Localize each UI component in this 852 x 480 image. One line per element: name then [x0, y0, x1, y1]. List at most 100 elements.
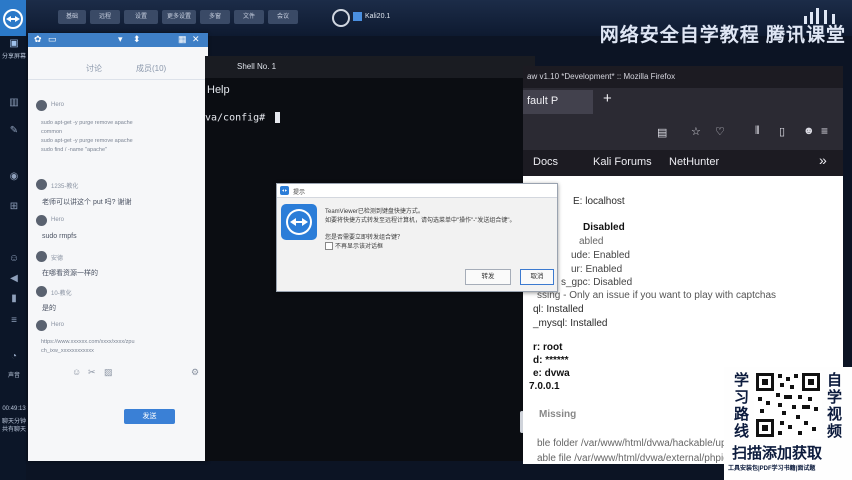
more-bookmarks[interactable]: » [819, 152, 827, 168]
pen-icon[interactable]: ✎ [8, 126, 20, 136]
message-line: 是的 [42, 305, 56, 312]
bookmark-star-icon[interactable]: ☆ [691, 125, 701, 138]
bookmark-docs[interactable]: Docs [533, 156, 558, 168]
account-icon[interactable]: ☻ [803, 125, 815, 137]
file-line: able file /var/www/html/dvwa/external/ph… [537, 453, 734, 464]
avatar [36, 179, 47, 190]
toolbar-button-more-settings[interactable]: 更多设置 [162, 10, 196, 24]
missing-label: Missing [539, 409, 577, 420]
power-icon[interactable] [332, 9, 350, 27]
dont-show-checkbox[interactable] [325, 242, 333, 250]
qr-code-icon[interactable] [754, 371, 822, 439]
toolbar-button-meeting[interactable]: 会议 [268, 10, 298, 24]
grid-icon[interactable]: ⊞ [8, 202, 20, 212]
host-toolbar: 基础 远程 设置 更多设置 多窗 文件 会议 Kali20.1 网络安全自学教程… [0, 0, 852, 46]
pocket-icon[interactable]: ♡ [715, 125, 725, 138]
library-icon[interactable]: ⫴ [755, 125, 760, 138]
toolbar-button-files[interactable]: 文件 [234, 10, 264, 24]
share-screen-label: 分享屏幕 [2, 54, 27, 60]
db-host: 7.0.0.1 [529, 381, 560, 392]
camera-icon[interactable]: ◉ [8, 172, 20, 182]
avatar [36, 251, 47, 262]
chevron-down-icon[interactable]: ▾ [118, 34, 123, 45]
dialog-titlebar: 提示 [277, 184, 557, 198]
forward-button[interactable]: 转发 [465, 269, 511, 285]
tab-discussion[interactable]: 讨论 [86, 63, 102, 74]
setup-value: ude: Enabled [571, 250, 630, 261]
equalizer-icon[interactable]: ▮ [8, 294, 20, 304]
terminal-titlebar: Shell No. 1 [205, 56, 535, 78]
message-line: https://www.xxxxxx.com/xxxx/xxxx/zpu [41, 339, 135, 345]
message-author: Hero [51, 102, 65, 108]
pin-icon[interactable]: ⬍ [133, 34, 141, 45]
teamviewer-dialog: 提示 TeamViewer已检测到键盘快捷方式。 如要将快捷方式转发至远程计算机… [276, 183, 558, 292]
message-line: 在哪看资源一样的 [42, 270, 98, 277]
message-line: sudo find / -name "apache" [41, 147, 107, 153]
promo-qr-banner: 学 习 路 线 自 学 视 频 扫描添加获取 工具安装包|PDF学习书籍|面试题 [724, 367, 852, 480]
toolbar-button-remote[interactable]: 远程 [90, 10, 120, 24]
message-author: Hero [51, 217, 65, 223]
close-icon[interactable]: ✕ [192, 34, 200, 45]
sidebar-icon[interactable]: ▯ [779, 125, 785, 138]
chat-input[interactable] [32, 381, 204, 437]
toolbar-button-settings[interactable]: 设置 [124, 10, 158, 24]
bookmark-nethunter[interactable]: NetHunter [669, 156, 719, 168]
browser-tab[interactable]: fault P [523, 90, 593, 114]
gear-icon[interactable]: ⚙ [191, 367, 199, 378]
terminal-menubar: Help [205, 78, 535, 96]
browser-navbar: ▤ ☆ ♡ ⫴ ▯ ☻ ≡ [523, 116, 843, 150]
promo-char: 线 [734, 423, 750, 440]
db-name: e: dvwa [533, 368, 570, 379]
browser-tabbar: fault P + [523, 88, 843, 116]
dont-show-label: 不再显示该对话框 [335, 244, 384, 250]
brand-watermark: 网络安全自学教程 腾讯课堂 [599, 25, 846, 46]
bookmarks-bar: Docs Kali Forums NetHunter » [523, 150, 843, 176]
terminal-prompt-line[interactable]: va/config# [205, 112, 281, 124]
speaker-icon[interactable]: ◀ [8, 274, 20, 284]
send-button[interactable]: 发送 [124, 409, 175, 424]
chat-icon[interactable]: ▭ [48, 34, 57, 45]
browser-titlebar: aw v1.10 *Development* :: Mozilla Firefo… [523, 66, 843, 88]
dialog-question: 您是否需要立即转发组合键？ [325, 235, 404, 241]
message-author: 1235-教化 [51, 184, 79, 190]
message-line: sudo apt-get -y purge remove apache [41, 120, 133, 126]
tab-label: fault P [527, 95, 559, 107]
bookmark-kali-forums[interactable]: Kali Forums [593, 156, 652, 168]
promo-banner: 扫描添加获取 [732, 445, 823, 462]
promo-char: 自 [827, 372, 843, 389]
avatar [36, 320, 47, 331]
toolbar-button-windows[interactable]: 多窗 [200, 10, 230, 24]
reader-icon[interactable]: ▤ [657, 126, 667, 139]
chat-header: ✿ ▭ ▾ ⬍ ▦ ✕ [28, 33, 208, 47]
setup-value: abled [579, 236, 604, 247]
share-screen-icon[interactable]: ▣ [8, 39, 20, 49]
scissors-icon[interactable]: ✂ [88, 367, 96, 378]
avatar [36, 100, 47, 111]
session-dock: ▣ 分享屏幕 ▥ ✎ ◉ ⊞ ☺ ◀ ▮ ≡ ◔ 声音 00:49:13 聊天分… [0, 36, 26, 480]
bars-icon[interactable]: ≡ [8, 316, 20, 326]
emoji-icon[interactable]: ☺ [72, 367, 81, 377]
settings-icon[interactable]: ✿ [34, 34, 42, 45]
message-line: sudo rmpfs [42, 233, 77, 240]
image-icon[interactable]: ▨ [104, 367, 113, 378]
setup-value: _mysql: Installed [533, 318, 608, 329]
chart-icon[interactable]: ▥ [8, 98, 20, 108]
avatar [36, 286, 47, 297]
people-icon[interactable]: ☺ [8, 254, 20, 264]
dialog-message-line: 如要将快捷方式转发至远程计算机，请勾选菜单中"操作"-"发送组合键"。 [325, 218, 516, 224]
menu-icon[interactable]: ≡ [821, 124, 828, 138]
timer-icon[interactable]: ◔ [8, 352, 20, 362]
active-vm-label[interactable]: Kali20.1 [365, 13, 390, 20]
grid-icon[interactable]: ▦ [178, 34, 187, 45]
cancel-button[interactable]: 取消 [520, 269, 554, 285]
chat-tabs: 讨论 成员(10) [28, 57, 208, 80]
new-tab-button[interactable]: + [603, 90, 612, 107]
tab-members[interactable]: 成员(10) [136, 63, 166, 74]
db-user: r: root [533, 342, 563, 353]
menu-help[interactable]: Help [207, 84, 230, 96]
toolbar-button-basic[interactable]: 基础 [58, 10, 86, 24]
dialog-message-line: TeamViewer已检测到键盘快捷方式。 [325, 209, 424, 215]
teamviewer-icon [280, 186, 289, 195]
promo-subline: 工具安装包|PDF学习书籍|面试题 [728, 466, 816, 472]
promo-char: 学 [734, 372, 750, 389]
